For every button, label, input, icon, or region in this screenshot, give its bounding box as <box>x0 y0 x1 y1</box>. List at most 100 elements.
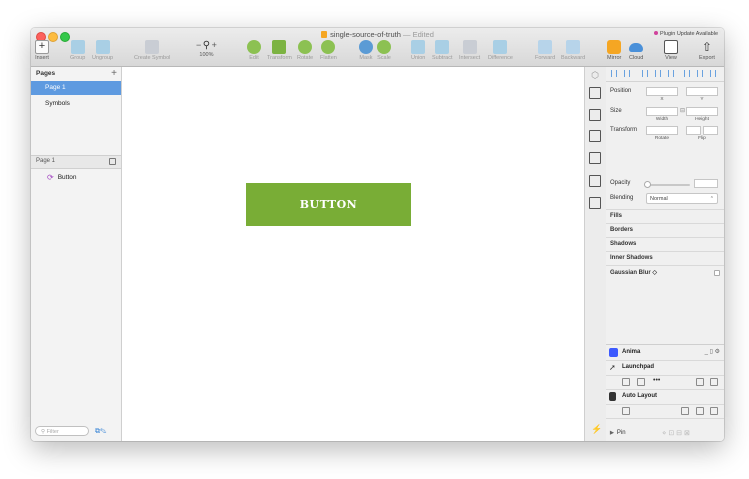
view-button[interactable]: View <box>664 40 678 61</box>
intersect-label: Intersect <box>459 55 481 61</box>
inner-shadows-section[interactable]: Inner Shadows <box>606 251 724 266</box>
union-label: Union <box>411 55 426 61</box>
backward-button[interactable]: Backward <box>561 40 585 61</box>
anima-controls-icon[interactable]: _ ▯ ⚙ <box>705 348 720 355</box>
filter-input[interactable]: ⚲ Filter <box>35 426 89 436</box>
blending-select[interactable]: Normal ⌃ <box>646 193 718 204</box>
view-icon <box>664 40 678 54</box>
export-button[interactable]: ⇧ Export <box>699 40 715 61</box>
rotate-field[interactable] <box>646 126 678 135</box>
more-icon[interactable]: ••• <box>653 377 660 384</box>
stack-folder-icon[interactable] <box>622 407 630 415</box>
pin-controls-icon[interactable]: ⋄ ⊡ ⊟ ⊠ <box>662 429 690 437</box>
anima-label: Anima <box>622 349 641 355</box>
page-item-symbols[interactable]: Symbols <box>31 97 121 111</box>
launchpad-label: Launchpad <box>622 364 655 370</box>
layer-item-button[interactable]: ⟳ Button <box>47 173 77 182</box>
cloud-button[interactable]: Cloud <box>629 40 643 61</box>
add-image-icon[interactable] <box>589 197 601 209</box>
filter-symbols-icon[interactable]: ✎ <box>100 428 106 435</box>
subtract-label: Subtract <box>432 55 453 61</box>
y-position-field[interactable] <box>686 87 718 96</box>
app-window: single-source-of-truth — Edited Plugin U… <box>31 28 724 441</box>
canvas-button-artboard[interactable]: BUTTON <box>246 183 411 226</box>
transform-button[interactable]: Transform <box>267 40 292 61</box>
launchpad-row[interactable]: ➚ Launchpad <box>606 360 724 376</box>
launchpad-rocket-icon[interactable] <box>710 378 718 386</box>
mirror-button[interactable]: Mirror <box>607 40 621 61</box>
lock-ratio-icon[interactable]: ⊟ <box>680 107 685 114</box>
edit-button[interactable]: Edit <box>247 40 261 61</box>
mask-button[interactable]: Mask <box>359 40 373 61</box>
resize-icon[interactable] <box>589 175 601 187</box>
opacity-field[interactable] <box>694 179 718 188</box>
pin-text: Pin <box>616 430 626 436</box>
borders-header: Borders <box>610 227 634 233</box>
device-icon[interactable] <box>710 407 718 415</box>
group-button[interactable]: Group <box>70 40 85 61</box>
union-button[interactable]: Union <box>411 40 425 61</box>
cloud-label: Cloud <box>629 55 644 61</box>
craft-icon[interactable]: ⬡ <box>589 69 601 81</box>
ungroup-button[interactable]: Ungroup <box>92 40 113 61</box>
flip-horizontal-button[interactable] <box>686 126 701 135</box>
align-top-icon[interactable] <box>684 70 690 77</box>
forward-button[interactable]: Forward <box>535 40 555 61</box>
intersect-button[interactable]: Intersect <box>459 40 480 61</box>
plugin-update-badge[interactable]: Plugin Update Available <box>651 30 721 38</box>
launchpad-cube-icon[interactable] <box>637 378 645 386</box>
notification-dot-icon <box>654 31 658 35</box>
flatten-button[interactable]: Flatten <box>320 40 337 61</box>
height-field[interactable] <box>686 107 718 116</box>
align-left-icon[interactable] <box>642 70 648 77</box>
blending-label: Blending <box>610 195 634 201</box>
anima-row[interactable]: Anima _ ▯ ⚙ <box>606 345 724 361</box>
transform-label: Transform <box>610 127 638 133</box>
distribute-horizontal-icon[interactable] <box>611 70 617 77</box>
filter-placeholder: Filter <box>46 429 59 435</box>
opacity-slider[interactable] <box>646 184 690 186</box>
grid-layout-icon[interactable] <box>681 407 689 415</box>
library-icon[interactable] <box>589 130 601 142</box>
align-bottom-icon[interactable] <box>710 70 716 77</box>
zoom-in-button[interactable]: + <box>212 40 217 50</box>
insert-button[interactable]: + Insert <box>35 40 49 61</box>
shadows-section[interactable]: Shadows <box>606 237 724 252</box>
launchpad-browser-icon[interactable] <box>696 378 704 386</box>
distribute-vertical-icon[interactable] <box>624 70 630 77</box>
flip-vertical-button[interactable] <box>703 126 718 135</box>
zoom-control[interactable]: − ⚲ + 100% <box>196 40 217 58</box>
mask-label: Mask <box>359 55 373 61</box>
lightning-icon[interactable]: ⚡ <box>591 424 602 435</box>
transform-icon <box>272 40 287 54</box>
add-page-icon[interactable]: + <box>111 68 117 79</box>
difference-button[interactable]: Difference <box>488 40 513 61</box>
x-position-field[interactable] <box>646 87 678 96</box>
borders-section[interactable]: Borders <box>606 223 724 238</box>
filter-options[interactable]: ⧉✎ <box>95 428 106 436</box>
opacity-slider-knob[interactable] <box>644 181 651 188</box>
launchpad-layers-icon[interactable] <box>622 378 630 386</box>
gaussian-blur-section[interactable]: Gaussian Blur ◇ <box>606 265 724 280</box>
align-center-icon[interactable] <box>655 70 661 77</box>
gaussian-blur-checkbox[interactable] <box>714 270 720 276</box>
zoom-out-button[interactable]: − <box>196 40 201 50</box>
page-item-page-1[interactable]: Page 1 <box>31 81 121 95</box>
auto-layout-row[interactable]: Auto Layout <box>606 389 724 405</box>
subtract-button[interactable]: Subtract <box>432 40 452 61</box>
collapse-layers-icon[interactable] <box>109 158 116 165</box>
responsive-icon[interactable] <box>696 407 704 415</box>
align-middle-icon[interactable] <box>697 70 703 77</box>
pin-row[interactable]: ▶ Pin ⋄ ⊡ ⊟ ⊠ <box>606 426 724 441</box>
print-icon[interactable] <box>589 109 601 121</box>
grid-icon[interactable] <box>589 152 601 164</box>
design-canvas[interactable]: BUTTON <box>122 67 584 441</box>
align-right-icon[interactable] <box>668 70 674 77</box>
create-symbol-button[interactable]: Create Symbol <box>134 40 170 61</box>
upload-icon[interactable] <box>589 87 601 99</box>
disclosure-triangle-icon[interactable]: ▶ <box>610 430 614 436</box>
width-field[interactable] <box>646 107 678 116</box>
rotate-button[interactable]: Rotate <box>297 40 313 61</box>
fills-section[interactable]: Fills <box>606 209 724 224</box>
scale-button[interactable]: Scale <box>377 40 391 61</box>
